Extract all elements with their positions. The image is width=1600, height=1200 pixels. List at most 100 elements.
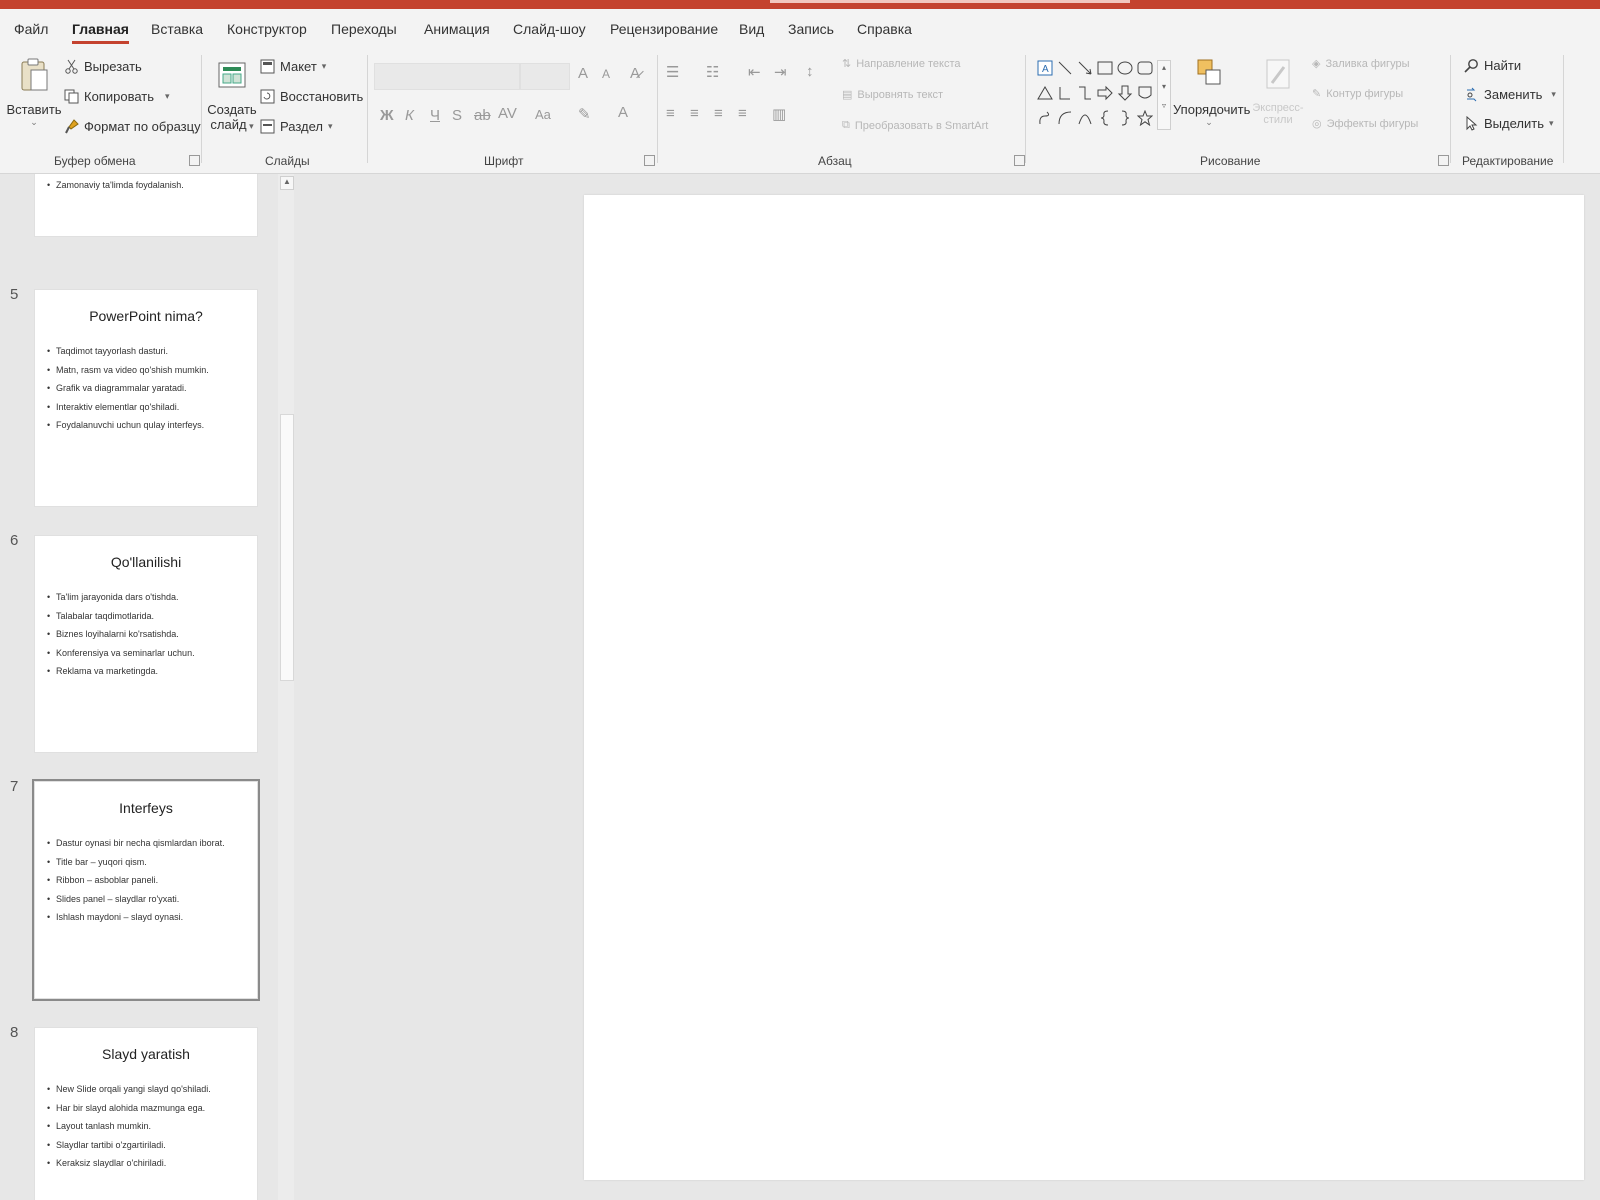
arrow-line-shape-icon[interactable]: [1077, 60, 1093, 76]
numbering-icon[interactable]: ☷: [706, 63, 719, 81]
decrease-indent-icon[interactable]: ⇤: [748, 63, 761, 81]
down-arrow-shape-icon[interactable]: [1117, 85, 1133, 101]
align-left-icon[interactable]: ≡: [666, 105, 675, 122]
slide-canvas[interactable]: [584, 195, 1584, 1180]
bold-button[interactable]: Ж: [380, 107, 394, 124]
tab-file[interactable]: Файл: [14, 21, 48, 37]
replace-button[interactable]: Заменить ▾: [1464, 87, 1556, 102]
gallery-up-icon[interactable]: ▴: [1158, 63, 1170, 72]
paste-button[interactable]: Вставить ⌄: [6, 57, 62, 128]
tab-view[interactable]: Вид: [739, 21, 764, 37]
tab-transitions[interactable]: Переходы: [331, 21, 397, 37]
find-button[interactable]: Найти: [1464, 58, 1521, 73]
tab-design[interactable]: Конструктор: [227, 21, 307, 37]
new-slide-button[interactable]: Создать слайд ▾: [207, 57, 257, 132]
grow-font-icon[interactable]: A: [578, 65, 588, 82]
change-case-button[interactable]: Aa: [535, 107, 551, 122]
shape-fill-button[interactable]: ◈ Заливка фигуры: [1312, 57, 1409, 71]
triangle-shape-icon[interactable]: [1037, 85, 1053, 101]
layout-button[interactable]: Макет ▾: [260, 59, 326, 74]
format-painter-button[interactable]: Формат по образцу: [64, 119, 201, 134]
tab-home[interactable]: Главная: [72, 21, 129, 44]
select-dropdown-icon[interactable]: ▾: [1549, 118, 1554, 129]
bullets-icon[interactable]: ☰: [666, 63, 679, 81]
replace-icon: [1467, 87, 1477, 102]
quick-styles-button[interactable]: Экспресс- стили: [1248, 57, 1308, 126]
slide-thumbnails-pane[interactable]: Zamonaviy ta'limda foydalanish. 5 PowerP…: [0, 174, 278, 1200]
right-brace-shape-icon[interactable]: [1117, 110, 1133, 126]
copy-dropdown-icon[interactable]: ▾: [165, 91, 170, 102]
smartart-button[interactable]: ⧉ Преобразовать в SmartArt: [842, 119, 988, 132]
slide-thumbnail-5[interactable]: PowerPoint nima? Taqdimot tayyorlash das…: [35, 290, 257, 506]
replace-dropdown-icon[interactable]: ▾: [1551, 89, 1556, 100]
char-spacing-icon[interactable]: AV: [498, 105, 517, 122]
line-shape-icon[interactable]: [1057, 60, 1073, 76]
columns-icon[interactable]: ▥: [772, 105, 786, 123]
curve-shape-icon[interactable]: [1077, 110, 1093, 126]
rounded-rect-shape-icon[interactable]: [1137, 60, 1153, 76]
right-arrow-shape-icon[interactable]: [1097, 85, 1113, 101]
new-slide-dropdown-icon[interactable]: ▾: [247, 121, 254, 131]
rectangle-shape-icon[interactable]: [1097, 60, 1113, 76]
elbow-arrow-shape-icon[interactable]: [1077, 85, 1093, 101]
select-button[interactable]: Выделить ▾: [1464, 116, 1554, 131]
tab-animations[interactable]: Анимация: [424, 21, 490, 37]
flowchart-shape-icon[interactable]: [1137, 85, 1153, 101]
tab-slideshow[interactable]: Слайд-шоу: [513, 21, 586, 37]
slide-thumbnail-7[interactable]: Interfeys Dastur oynasi bir necha qismla…: [32, 779, 260, 1001]
font-launcher-icon[interactable]: [644, 155, 655, 166]
arrange-button[interactable]: Упорядочить ⌄: [1173, 57, 1250, 128]
highlight-icon[interactable]: ✎: [578, 105, 591, 123]
section-button[interactable]: Раздел ▾: [260, 119, 333, 134]
shape-effects-button[interactable]: ◎ Эффекты фигуры: [1312, 117, 1418, 131]
align-right-icon[interactable]: ≡: [714, 105, 723, 122]
align-center-icon[interactable]: ≡: [690, 105, 699, 122]
arc-shape-icon[interactable]: [1057, 110, 1073, 126]
smartart-label: Преобразовать в SmartArt: [854, 119, 989, 132]
font-size-input[interactable]: [520, 63, 570, 90]
shrink-font-icon[interactable]: A: [602, 67, 610, 81]
shapes-gallery-scroll[interactable]: ▴ ▾ ▿: [1157, 60, 1171, 130]
slide-thumbnail-8[interactable]: Slayd yaratish New Slide orqali yangi sl…: [35, 1028, 257, 1200]
left-brace-shape-icon[interactable]: [1097, 110, 1113, 126]
text-box-shape-icon[interactable]: A: [1037, 60, 1053, 76]
paragraph-launcher-icon[interactable]: [1014, 155, 1025, 166]
gallery-more-icon[interactable]: ▿: [1158, 101, 1170, 110]
text-direction-button[interactable]: ⇅ Направление текста: [842, 57, 961, 71]
justify-icon[interactable]: ≡: [738, 105, 747, 122]
gallery-down-icon[interactable]: ▾: [1158, 82, 1170, 91]
cut-button[interactable]: Вырезать: [64, 59, 142, 74]
paste-dropdown-icon[interactable]: ⌄: [6, 117, 62, 128]
ribbon-tabs: Файл Главная Вставка Конструктор Переход…: [0, 9, 1600, 49]
shape-outline-button[interactable]: ✎ Контур фигуры: [1312, 87, 1403, 101]
font-color-icon[interactable]: A: [618, 104, 628, 121]
text-direction-label: Направление текста: [856, 57, 961, 70]
slide-thumbnail-6[interactable]: Qo'llanilishi Ta'lim jarayonida dars o't…: [35, 536, 257, 752]
underline-button[interactable]: Ч: [430, 107, 440, 124]
copy-button[interactable]: Копировать ▾: [64, 89, 170, 104]
pen-icon: ✎: [1312, 88, 1322, 100]
align-text-button[interactable]: ▤ Выровнять текст: [842, 88, 943, 102]
star-shape-icon[interactable]: [1137, 110, 1153, 126]
tab-insert[interactable]: Вставка: [151, 21, 203, 37]
font-family-input[interactable]: [374, 63, 520, 90]
scrollbar-thumb[interactable]: [280, 414, 294, 681]
tab-help[interactable]: Справка: [857, 21, 912, 37]
thumbnails-scrollbar[interactable]: ▲: [278, 174, 294, 1200]
clipboard-launcher-icon[interactable]: [189, 155, 200, 166]
slide-thumbnail-partial[interactable]: Zamonaviy ta'limda foydalanish.: [35, 174, 257, 236]
line-spacing-icon[interactable]: ↕: [806, 63, 814, 80]
clear-formatting-icon[interactable]: A̷: [630, 65, 640, 82]
reset-button[interactable]: Восстановить: [260, 89, 363, 104]
oval-shape-icon[interactable]: [1117, 60, 1133, 76]
shadow-button[interactable]: S: [452, 107, 462, 124]
freeform-shape-icon[interactable]: [1037, 110, 1053, 126]
elbow-connector-shape-icon[interactable]: [1057, 85, 1073, 101]
increase-indent-icon[interactable]: ⇥: [774, 63, 787, 81]
tab-review[interactable]: Рецензирование: [610, 21, 718, 37]
tab-record[interactable]: Запись: [788, 21, 834, 37]
italic-button[interactable]: К: [405, 107, 414, 124]
drawing-launcher-icon[interactable]: [1438, 155, 1449, 166]
scroll-up-icon[interactable]: ▲: [280, 176, 294, 190]
strikethrough-icon[interactable]: ab: [474, 107, 491, 124]
